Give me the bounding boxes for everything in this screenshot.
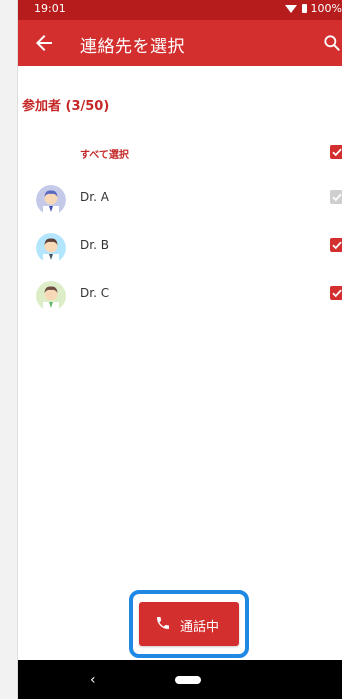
- phone-screen: 19:01 100% 連絡先を選択 参加者 (3/50) すべて選択 Dr. A…: [18, 0, 342, 699]
- system-nav-bar: ‹: [18, 660, 342, 699]
- battery-icon: [301, 4, 307, 13]
- status-icons: 100%: [284, 2, 342, 15]
- app-bar: 連絡先を選択: [18, 20, 342, 66]
- nav-back-icon[interactable]: ‹: [90, 672, 96, 688]
- page-title: 連絡先を選択: [80, 37, 185, 57]
- in-call-label: 通話中: [180, 620, 220, 635]
- wifi-icon: [284, 4, 297, 13]
- contact-name: Dr. A: [80, 190, 109, 204]
- select-all-label: すべて選択: [80, 150, 129, 161]
- participants-header: 参加者 (3/50): [22, 99, 110, 114]
- doctor-avatar-icon: [36, 185, 66, 215]
- battery-percent: 100%: [310, 2, 342, 15]
- contact-row-dr-a[interactable]: Dr. A: [18, 178, 342, 218]
- phone-icon: [157, 617, 169, 629]
- select-all-checkbox[interactable]: [330, 145, 342, 159]
- search-icon[interactable]: [322, 33, 342, 53]
- arrow-back-icon[interactable]: [32, 31, 56, 55]
- select-all-row[interactable]: すべて選択: [18, 133, 342, 173]
- doctor-avatar-icon: [36, 233, 66, 263]
- doctor-avatar-icon: [36, 281, 66, 311]
- contact-checkbox-dr-c[interactable]: [330, 286, 342, 300]
- contact-name: Dr. C: [80, 286, 110, 300]
- check-icon: [332, 289, 342, 298]
- check-icon: [332, 241, 342, 250]
- in-call-button[interactable]: 通話中: [139, 602, 239, 646]
- contact-row-dr-b[interactable]: Dr. B: [18, 226, 342, 266]
- check-icon: [332, 193, 342, 202]
- contact-checkbox-dr-b[interactable]: [330, 238, 342, 252]
- device-frame-edge: [0, 0, 18, 699]
- contact-checkbox-dr-a: [330, 190, 342, 204]
- status-bar: 19:01 100%: [18, 0, 342, 20]
- contact-row-dr-c[interactable]: Dr. C: [18, 274, 342, 314]
- contact-name: Dr. B: [80, 238, 109, 252]
- nav-home-icon[interactable]: [175, 676, 201, 684]
- status-time: 19:01: [34, 2, 66, 15]
- check-icon: [332, 148, 342, 157]
